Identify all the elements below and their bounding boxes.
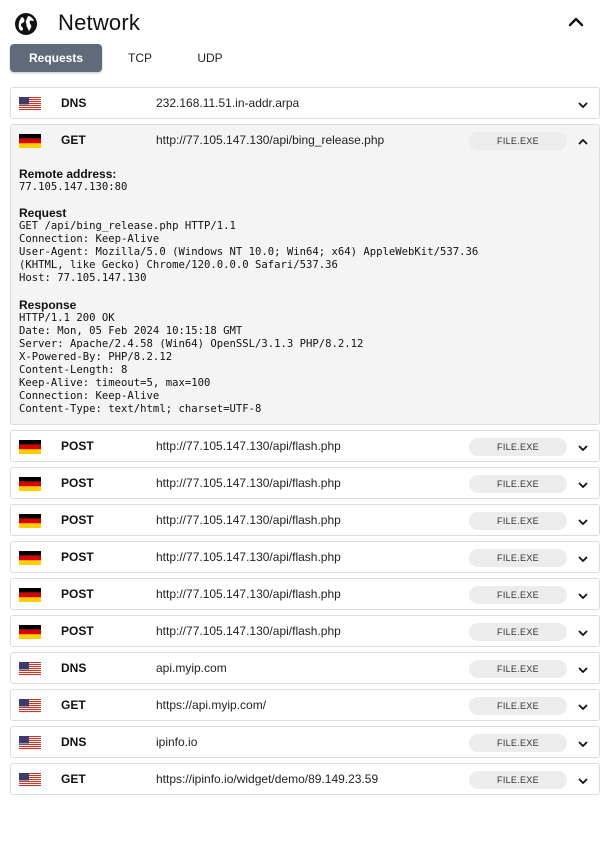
tab-udp[interactable]: UDP bbox=[180, 44, 240, 72]
request-row[interactable]: DNS 232.168.11.51.in-addr.arpa bbox=[10, 87, 600, 119]
chevron-up-icon[interactable] bbox=[577, 135, 589, 147]
request-method: DNS bbox=[61, 735, 87, 750]
germany-flag-icon bbox=[19, 440, 41, 455]
chevron-down-icon[interactable] bbox=[577, 774, 589, 786]
request-detail-panel: Remote address: 77.105.147.130:80 Request G… bbox=[10, 155, 600, 426]
request-url: http://77.105.147.130/api/flash.php bbox=[156, 513, 341, 528]
request-url: http://77.105.147.130/api/flash.php bbox=[156, 587, 341, 602]
request-method: POST bbox=[61, 624, 94, 639]
process-badge: FILE.EXE bbox=[469, 438, 567, 457]
chevron-down-icon[interactable] bbox=[577, 478, 589, 490]
chevron-down-icon[interactable] bbox=[577, 737, 589, 749]
us-flag-icon bbox=[19, 97, 41, 111]
request-url: api.myip.com bbox=[156, 661, 227, 676]
tab-tcp[interactable]: TCP bbox=[114, 44, 166, 72]
process-badge: FILE.EXE bbox=[469, 475, 567, 494]
germany-flag-icon bbox=[19, 477, 41, 492]
chevron-down-icon[interactable] bbox=[577, 663, 589, 675]
request-url: http://77.105.147.130/api/bing_release.p… bbox=[156, 133, 385, 147]
process-badge: FILE.EXE bbox=[469, 771, 567, 790]
request-url: http://77.105.147.130/api/flash.php bbox=[156, 476, 341, 491]
chevron-down-icon[interactable] bbox=[577, 589, 589, 601]
process-badge: FILE.EXE bbox=[469, 623, 567, 642]
request-row[interactable]: POST http://77.105.147.130/api/flash.php F… bbox=[10, 430, 600, 463]
germany-flag-icon bbox=[19, 625, 41, 640]
page-title: Network bbox=[58, 10, 141, 35]
request-row[interactable]: DNS ipinfo.io FILE.EXE bbox=[10, 726, 600, 759]
request-row[interactable]: POST http://77.105.147.130/api/flash.php F… bbox=[10, 578, 600, 611]
process-badge: FILE.EXE bbox=[469, 549, 567, 568]
request-row[interactable]: POST http://77.105.147.130/api/flash.php F… bbox=[10, 541, 600, 574]
request-row[interactable]: DNS api.myip.com FILE.EXE bbox=[10, 652, 600, 685]
request-method: DNS bbox=[61, 661, 87, 676]
chevron-down-icon[interactable] bbox=[577, 515, 589, 527]
us-flag-icon bbox=[19, 699, 41, 714]
request-list: DNS 232.168.11.51.in-addr.arpa GET http://7… bbox=[10, 87, 600, 800]
chevron-down-icon[interactable] bbox=[577, 626, 589, 638]
us-flag-icon bbox=[19, 662, 41, 677]
request-url: ipinfo.io bbox=[156, 735, 198, 750]
process-badge: FILE.EXE bbox=[469, 697, 567, 716]
request-method: POST bbox=[61, 550, 94, 565]
germany-flag-icon bbox=[19, 588, 41, 603]
request-method: POST bbox=[61, 587, 94, 602]
request-url: http://77.105.147.130/api/flash.php bbox=[156, 624, 341, 639]
request-method: POST bbox=[61, 476, 94, 491]
us-flag-icon bbox=[19, 773, 41, 788]
chevron-down-icon[interactable] bbox=[577, 700, 589, 712]
chevron-down-icon[interactable] bbox=[577, 441, 589, 453]
germany-flag-icon bbox=[19, 551, 41, 566]
request-row[interactable]: GET http://77.105.147.130/api/bing_releas… bbox=[10, 124, 600, 156]
request-method: GET bbox=[61, 772, 86, 787]
request-label: Request bbox=[19, 206, 67, 221]
germany-flag-icon bbox=[19, 514, 41, 529]
tab-requests[interactable]: Requests bbox=[10, 44, 102, 72]
germany-flag-icon bbox=[19, 134, 41, 148]
request-row[interactable]: POST http://77.105.147.130/api/flash.php F… bbox=[10, 615, 600, 648]
request-method: POST bbox=[61, 513, 94, 528]
remote-address-value: 77.105.147.130:80 bbox=[19, 181, 128, 193]
request-row[interactable]: POST http://77.105.147.130/api/flash.php F… bbox=[10, 467, 600, 500]
request-row[interactable]: GET https://ipinfo.io/widget/demo/89.149.… bbox=[10, 763, 600, 796]
network-tabs: Requests TCP UDP bbox=[10, 44, 310, 72]
request-method: DNS bbox=[61, 96, 87, 110]
request-url: 232.168.11.51.in-addr.arpa bbox=[156, 96, 300, 110]
request-method: POST bbox=[61, 439, 94, 454]
response-label: Response bbox=[19, 297, 77, 312]
response-headers: HTTP/1.1 200 OK Date: Mon, 05 Feb 2024 1… bbox=[19, 311, 364, 416]
request-method: GET bbox=[61, 133, 86, 147]
process-badge: FILE.EXE bbox=[469, 586, 567, 605]
us-flag-icon bbox=[19, 736, 41, 751]
request-row[interactable]: GET https://api.myip.com/FILE.EXE bbox=[10, 689, 600, 722]
request-url: http://77.105.147.130/api/flash.php bbox=[156, 439, 341, 454]
globe-icon bbox=[15, 13, 37, 35]
chevron-down-icon[interactable] bbox=[577, 552, 589, 564]
network-panel-header: Network bbox=[10, 8, 590, 40]
request-url: https://ipinfo.io/widget/demo/89.149.23.… bbox=[156, 772, 379, 787]
request-headers: GET /api/bing_release.php HTTP/1.1 Conne… bbox=[19, 220, 479, 285]
chevron-down-icon[interactable] bbox=[577, 98, 589, 110]
remote-address-label: Remote address: bbox=[19, 167, 117, 181]
chevron-up-icon[interactable] bbox=[566, 12, 586, 32]
request-row[interactable]: POST http://77.105.147.130/api/flash.php F… bbox=[10, 504, 600, 537]
request-url: http://77.105.147.130/api/flash.php bbox=[156, 550, 341, 565]
process-badge: FILE.EXE bbox=[469, 734, 567, 753]
request-url: https://api.myip.com/ bbox=[156, 698, 267, 713]
request-method: GET bbox=[61, 698, 86, 713]
process-badge: FILE.EXE bbox=[469, 132, 567, 150]
process-badge: FILE.EXE bbox=[469, 512, 567, 531]
process-badge: FILE.EXE bbox=[469, 660, 567, 679]
